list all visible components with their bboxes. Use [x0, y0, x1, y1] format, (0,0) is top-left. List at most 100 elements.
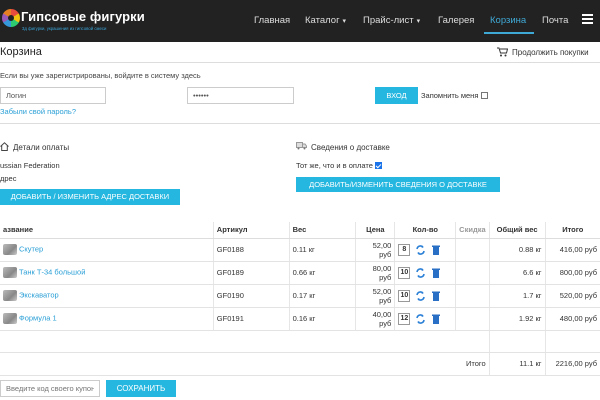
total-weight-cell: 6.6 кг [488, 261, 546, 285]
remember-me-checkbox[interactable] [481, 92, 489, 99]
login-button[interactable]: ВХОД [375, 87, 418, 104]
col-qty-header: Кол-во [394, 222, 456, 239]
price-cell: 40,00 руб [355, 307, 395, 331]
weight-cell: 0.11 кг [288, 238, 356, 262]
product-thumbnail[interactable] [3, 267, 17, 278]
table-row: Экскаватор GF0190 0.17 кг 52,00 руб 10 1… [0, 284, 600, 308]
product-thumbnail[interactable] [3, 244, 17, 255]
cart-table: азвание Артикул Вес Цена Кол-во Скидка О… [0, 222, 600, 376]
nav-item-catalog[interactable]: Каталог ▾ [305, 15, 346, 26]
weight-cell: 0.17 кг [288, 284, 356, 308]
product-thumbnail[interactable] [3, 313, 17, 324]
chevron-down-icon: ▾ [342, 18, 347, 25]
weight-cell: 0.66 кг [288, 261, 356, 285]
summary-weight: 11.1 кг [488, 352, 546, 376]
table-header-row: азвание Артикул Вес Цена Кол-во Скидка О… [0, 222, 600, 239]
total-weight-cell: 1.92 кг [488, 307, 546, 331]
continue-shopping-link[interactable]: Продолжить покупки [497, 47, 589, 57]
nav-item-mail[interactable]: Почта [542, 15, 568, 26]
table-row: Танк Т-34 большой GF0189 0.66 кг 80,00 р… [0, 261, 600, 285]
product-link[interactable]: Формула 1 [19, 313, 57, 322]
sku-cell: GF0191 [212, 307, 290, 331]
chevron-down-icon: ▾ [416, 18, 421, 25]
col-sku-header: Артикул [212, 222, 290, 239]
product-link[interactable]: Скутер [19, 244, 43, 253]
table-row: Формула 1 GF0191 0.16 кг 40,00 руб 12 1.… [0, 307, 600, 331]
trash-icon[interactable] [431, 245, 441, 255]
remember-me-label: Запомнить меня [421, 91, 479, 100]
table-row: Скутер GF0188 0.11 кг 52,00 руб 8 0.88 к… [0, 238, 600, 262]
total-cell: 416,00 руб [544, 238, 600, 262]
coupon-input[interactable] [0, 380, 100, 397]
total-cell: 520,00 руб [544, 284, 600, 308]
hamburger-icon[interactable] [582, 14, 593, 25]
summary-row: Итого 11.1 кг 2216,00 руб [0, 352, 600, 376]
username-input[interactable] [0, 87, 106, 104]
brand-tagline: 3д фигурки, украшения из гипсовой смеси [22, 26, 107, 31]
same-as-billing-checkbox[interactable] [374, 162, 382, 169]
nav-item-cart[interactable]: Корзина [490, 15, 526, 26]
nav-item-pricelist[interactable]: Прайс-лист ▾ [363, 15, 420, 26]
col-total-weight-header: Общий вес [488, 222, 546, 239]
discount-cell [455, 284, 490, 308]
product-thumbnail[interactable] [3, 290, 17, 301]
sku-cell: GF0189 [212, 261, 290, 285]
save-coupon-button[interactable]: СОХРАНИТЬ [106, 380, 176, 397]
sku-cell: GF0190 [212, 284, 290, 308]
discount-cell [455, 238, 490, 262]
divider [0, 62, 600, 63]
same-as-billing-label: Тот же, что и в оплате [296, 161, 373, 170]
refresh-icon[interactable] [416, 290, 426, 301]
spacer-row [0, 330, 600, 353]
truck-icon [296, 142, 307, 152]
nav-item-home[interactable]: Главная [254, 15, 290, 26]
discount-cell [455, 261, 490, 285]
brand-name[interactable]: Гипсовые фигурки [21, 9, 145, 24]
same-as-billing[interactable]: Тот же, что и в оплате [296, 161, 382, 170]
forgot-password-link[interactable]: Забыли свой пароль? [0, 107, 76, 116]
shopping-cart-icon [497, 47, 508, 57]
password-input[interactable] [187, 87, 294, 104]
col-discount-header: Скидка [455, 222, 490, 239]
divider [0, 123, 600, 124]
refresh-icon[interactable] [416, 267, 426, 278]
shipping-heading-label: Сведения о доставке [311, 142, 390, 152]
trash-icon[interactable] [431, 291, 441, 301]
summary-label: Итого [394, 352, 490, 376]
continue-shopping-label: Продолжить покупки [512, 47, 589, 57]
trash-icon[interactable] [431, 314, 441, 324]
home-icon [0, 142, 9, 153]
price-cell: 52,00 руб [355, 238, 395, 262]
summary-total: 2216,00 руб [544, 352, 600, 376]
product-link[interactable]: Танк Т-34 большой [19, 267, 85, 276]
col-price-header: Цена [355, 222, 395, 239]
total-weight-cell: 1.7 кг [488, 284, 546, 308]
price-cell: 52,00 руб [355, 284, 395, 308]
quantity-input[interactable]: 8 [398, 243, 411, 256]
quantity-input[interactable]: 10 [398, 266, 411, 279]
refresh-icon[interactable] [416, 313, 426, 324]
nav-item-gallery[interactable]: Галерея [438, 15, 474, 26]
col-total-header: Итого [544, 222, 600, 239]
quantity-input[interactable]: 12 [398, 312, 411, 325]
weight-cell: 0.16 кг [288, 307, 356, 331]
total-cell: 800,00 руб [544, 261, 600, 285]
refresh-icon[interactable] [416, 244, 426, 255]
remember-me[interactable]: Запомнить меня [421, 91, 489, 100]
logo-icon[interactable] [2, 9, 20, 27]
billing-heading: Детали оплаты [0, 142, 69, 153]
edit-shipping-info-button[interactable]: ДОБАВИТЬ/ИЗМЕНИТЬ СВЕДЕНИЯ О ДОСТАВКЕ [296, 177, 500, 192]
billing-heading-label: Детали оплаты [13, 143, 70, 152]
total-cell: 480,00 руб [544, 307, 600, 331]
active-nav-indicator [484, 32, 534, 34]
col-name-header: азвание [0, 222, 214, 239]
col-weight-header: Вес [288, 222, 356, 239]
trash-icon[interactable] [431, 268, 441, 278]
page-title: Корзина [0, 46, 42, 58]
total-weight-cell: 0.88 кг [488, 238, 546, 262]
product-link[interactable]: Экскаватор [19, 290, 59, 299]
edit-billing-address-button[interactable]: ДОБАВИТЬ / ИЗМЕНИТЬ АДРЕС ДОСТАВКИ [0, 189, 180, 205]
billing-country: ussian Federation [0, 161, 60, 170]
login-hint: Если вы уже зарегистрированы, войдите в … [0, 71, 201, 80]
quantity-input[interactable]: 10 [398, 289, 411, 302]
